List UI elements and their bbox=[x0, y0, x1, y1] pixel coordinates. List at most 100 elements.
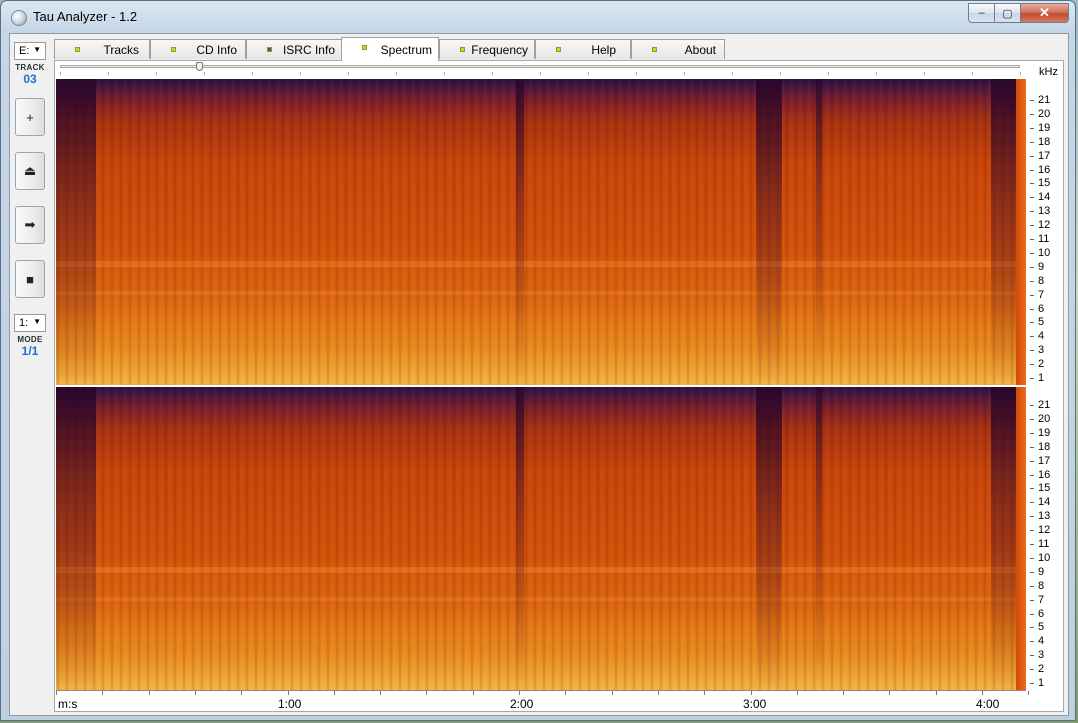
window-title: Tau Analyzer - 1.2 bbox=[33, 9, 138, 24]
tab-frequency-label: Frequency bbox=[471, 43, 528, 57]
frequency-tick-label: 19 bbox=[1029, 121, 1051, 134]
tab-tracks-label: Tracks bbox=[103, 43, 139, 57]
tab-isrc-info-label: ISRC Info bbox=[282, 43, 335, 57]
slider-tick-mark bbox=[396, 72, 397, 75]
seek-slider-track[interactable] bbox=[60, 65, 1020, 68]
frequency-tick-label: 19 bbox=[1029, 426, 1051, 439]
title-bar[interactable]: Tau Analyzer - 1.2 – ▢ ✕ bbox=[1, 1, 1075, 33]
slider-tick-mark bbox=[732, 72, 733, 75]
frequency-tick-label: 16 bbox=[1029, 468, 1051, 481]
tab-cd-info[interactable]: CD Info bbox=[150, 39, 246, 59]
frequency-tick-label: 18 bbox=[1029, 440, 1051, 453]
frequency-tick-label: 14 bbox=[1029, 191, 1051, 204]
time-tick-mark bbox=[148, 691, 150, 695]
time-axis bbox=[56, 690, 1026, 691]
eject-button[interactable]: ⏏ bbox=[15, 152, 45, 190]
tab-cd-info-label: CD Info bbox=[196, 43, 237, 57]
frequency-tick-label: 8 bbox=[1029, 579, 1045, 592]
time-tick-mark bbox=[796, 691, 798, 695]
mode-select[interactable]: 1: ▼ bbox=[14, 314, 46, 332]
tab-frequency[interactable]: Frequency bbox=[439, 39, 535, 59]
frequency-tick-label: 4 bbox=[1029, 330, 1045, 343]
tab-tracks[interactable]: Tracks bbox=[54, 39, 150, 59]
time-tick-mark bbox=[333, 691, 335, 695]
slider-tick-mark bbox=[780, 72, 781, 75]
seek-slider-thumb[interactable] bbox=[196, 62, 204, 71]
frequency-tick-label: 6 bbox=[1029, 607, 1045, 620]
tab-isrc-info[interactable]: ISRC Info bbox=[246, 39, 342, 59]
frequency-scale-channel-2: 21 20 19 18 17 16 15 14 13 12 11 10 9 8 7 6 5 4 3 2 1 bbox=[1029, 387, 1064, 690]
frequency-tick-label: 6 bbox=[1029, 302, 1045, 315]
tab-about[interactable]: About bbox=[631, 39, 725, 59]
time-tick-mark bbox=[565, 691, 567, 695]
frequency-tick-label: 3 bbox=[1029, 344, 1045, 357]
slider-tick-mark bbox=[492, 72, 493, 75]
frequency-tick-label: 2 bbox=[1029, 663, 1045, 676]
time-tick-mark bbox=[241, 691, 243, 695]
minimize-button[interactable]: – bbox=[968, 3, 995, 23]
eject-icon: ⏏ bbox=[23, 163, 37, 178]
frequency-tick-label: 11 bbox=[1029, 233, 1050, 245]
spectrogram-channel-2 bbox=[56, 387, 1026, 690]
tab-help-label: Help bbox=[591, 43, 616, 57]
frequency-tick-label: 7 bbox=[1029, 593, 1045, 606]
slider-tick-mark bbox=[1020, 72, 1021, 75]
time-tick-mark bbox=[102, 691, 104, 695]
time-tick-mark bbox=[194, 691, 196, 695]
slider-tick-mark bbox=[204, 72, 205, 75]
time-tick-mark bbox=[426, 691, 428, 695]
slider-tick-mark bbox=[300, 72, 301, 75]
slider-tick-mark bbox=[636, 72, 637, 75]
drive-select[interactable]: E: ▼ bbox=[14, 42, 46, 60]
frequency-tick-label: 1 bbox=[1029, 677, 1045, 689]
time-tick-mark bbox=[287, 691, 289, 695]
add-button[interactable]: + bbox=[15, 98, 45, 136]
frequency-tick-label: 15 bbox=[1029, 482, 1051, 495]
frequency-tick-label: 5 bbox=[1029, 316, 1045, 329]
stop-button[interactable]: ■ bbox=[15, 260, 45, 298]
frequency-tick-label: 10 bbox=[1029, 246, 1051, 259]
chevron-down-icon: ▼ bbox=[33, 317, 41, 326]
frequency-tick-label: 10 bbox=[1029, 551, 1051, 564]
time-label-1-00: 1:00 bbox=[278, 697, 302, 711]
tab-about-label: About bbox=[684, 43, 716, 57]
time-tick-mark bbox=[889, 691, 891, 695]
frequency-tick-label: 21 bbox=[1029, 399, 1051, 411]
arrow-right-icon: ➡ bbox=[24, 217, 36, 232]
slider-tick-mark bbox=[684, 72, 685, 75]
slider-tick-mark bbox=[348, 72, 349, 75]
time-tick-mark bbox=[1028, 691, 1030, 695]
time-tick-mark bbox=[935, 691, 937, 695]
slider-tick-mark bbox=[972, 72, 973, 75]
slider-tick-mark bbox=[156, 72, 157, 75]
slider-tick-mark bbox=[108, 72, 109, 75]
frequency-tick-label: 1 bbox=[1029, 372, 1045, 384]
frequency-tick-label: 8 bbox=[1029, 274, 1045, 287]
time-tick-mark bbox=[657, 691, 659, 695]
maximize-button[interactable]: ▢ bbox=[995, 3, 1021, 23]
tab-spectrum[interactable]: Spectrum bbox=[341, 37, 439, 61]
time-tick-mark bbox=[704, 691, 706, 695]
frequency-tick-label: 2 bbox=[1029, 358, 1045, 371]
tab-help[interactable]: Help bbox=[535, 39, 631, 59]
slider-tick-mark bbox=[252, 72, 253, 75]
time-label-3-00: 3:00 bbox=[743, 697, 767, 711]
time-tick-mark bbox=[380, 691, 382, 695]
frequency-tick-label: 3 bbox=[1029, 649, 1045, 662]
time-tick-mark bbox=[472, 691, 474, 695]
slider-tick-mark bbox=[60, 72, 61, 75]
time-label-4-00: 4:00 bbox=[976, 697, 1000, 711]
frequency-tick-label: 11 bbox=[1029, 538, 1050, 550]
spectrogram-channel-1 bbox=[56, 79, 1026, 385]
frequency-tick-label: 17 bbox=[1029, 149, 1051, 162]
slider-tick-mark bbox=[828, 72, 829, 75]
close-button[interactable]: ✕ bbox=[1021, 3, 1069, 23]
frequency-tick-label: 20 bbox=[1029, 107, 1051, 120]
play-button[interactable]: ➡ bbox=[15, 206, 45, 244]
frequency-unit-label: kHz bbox=[1039, 66, 1058, 78]
mode-label: MODE bbox=[17, 335, 43, 344]
frequency-tick-label: 9 bbox=[1029, 565, 1045, 578]
time-unit-label: m:s bbox=[58, 697, 78, 711]
slider-tick-mark bbox=[540, 72, 541, 75]
frequency-tick-label: 21 bbox=[1029, 94, 1051, 106]
